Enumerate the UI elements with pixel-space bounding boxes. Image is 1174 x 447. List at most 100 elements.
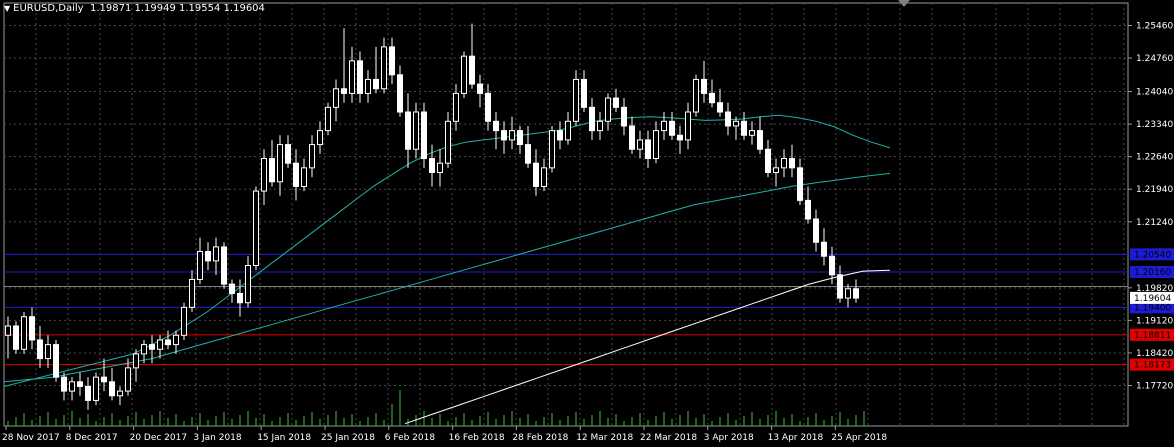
y-tick-label: 1.21940 <box>1136 185 1173 195</box>
candle-body <box>661 120 667 132</box>
candle-body <box>293 162 299 187</box>
candle-body <box>37 339 43 360</box>
candle-body <box>781 158 787 169</box>
candle-body <box>693 78 699 113</box>
candle-body <box>725 111 731 127</box>
candle-body <box>749 130 755 136</box>
candle-body <box>637 139 643 150</box>
candle-body <box>77 381 83 387</box>
candle-body <box>29 316 35 341</box>
candle-body <box>125 367 131 392</box>
candle-body <box>397 74 403 113</box>
x-tick-label: 6 Feb 2018 <box>385 433 436 443</box>
chart-window: 1.25460 1.24760 1.24040 1.23340 1.22640 1.219… <box>0 0 1174 447</box>
candle-body <box>205 251 211 262</box>
candle-body <box>645 139 651 160</box>
price-level-label: 1.18811 <box>1134 331 1171 341</box>
candle-body <box>325 106 331 132</box>
x-tick-label: 22 Mar 2018 <box>640 433 697 443</box>
y-tick-label: 1.24040 <box>1136 88 1173 98</box>
candle-body <box>829 255 835 276</box>
candle-body <box>733 120 739 127</box>
candle-body <box>277 144 283 183</box>
candle-body <box>61 376 67 392</box>
grid <box>3 2 1129 427</box>
candle-body <box>717 102 723 113</box>
candle-body <box>53 344 59 378</box>
candle-body <box>789 158 795 169</box>
candle-body <box>245 265 251 304</box>
candle-body <box>461 55 467 94</box>
candle-body <box>485 92 491 122</box>
candle-body <box>581 78 587 108</box>
ma_slow-line <box>404 269 891 425</box>
candle-body <box>549 130 555 169</box>
candle-body <box>45 344 51 360</box>
y-tick-label: 1.25460 <box>1136 21 1173 31</box>
dropdown-arrow-icon[interactable]: ▼ <box>4 4 10 13</box>
candle-body <box>133 353 139 369</box>
price-level-label: 1.18173 <box>1134 361 1171 371</box>
candle-body <box>765 148 771 173</box>
candle-body <box>341 88 347 94</box>
candle-body <box>525 144 531 164</box>
y-tick-label: 1.24760 <box>1136 54 1173 64</box>
candle-body <box>365 78 371 94</box>
plot-frame <box>3 2 1129 427</box>
candle-body <box>813 218 819 243</box>
axes: 1.25460 1.24760 1.24040 1.23340 1.22640 1.219… <box>2 21 1174 443</box>
price-chart[interactable]: 1.25460 1.24760 1.24040 1.23340 1.22640 1.219… <box>0 0 1174 447</box>
candle-body <box>709 92 715 104</box>
candle-body <box>669 120 675 136</box>
candle-body <box>141 344 147 355</box>
candle-body <box>501 130 507 141</box>
candle-body <box>373 78 379 90</box>
x-tick-label: 15 Jan 2018 <box>257 433 311 443</box>
candle-body <box>853 288 859 299</box>
x-tick-label: 8 Dec 2017 <box>66 433 118 443</box>
candle-body <box>213 246 219 262</box>
candle-body <box>741 120 747 136</box>
candle-body <box>701 78 707 94</box>
candle-body <box>677 134 683 141</box>
y-tick-label: 1.19120 <box>1136 316 1173 326</box>
candle-body <box>301 167 307 187</box>
candle-body <box>477 83 483 94</box>
candle-body <box>605 97 611 122</box>
x-tick-label: 20 Dec 2017 <box>130 433 188 443</box>
candle-body <box>317 130 323 146</box>
candle-body <box>101 376 107 383</box>
candle-body <box>69 381 75 392</box>
candle-body <box>309 144 315 169</box>
candle-body <box>269 158 275 183</box>
candle-body <box>509 130 515 141</box>
volume-bars <box>7 390 865 426</box>
candle-body <box>565 120 571 141</box>
candle-body <box>5 325 11 336</box>
price-level-label: 1.20540 <box>1134 250 1171 260</box>
x-tick-label: 28 Feb 2018 <box>512 433 568 443</box>
price-levels <box>4 253 1128 366</box>
candle-body <box>21 316 27 350</box>
y-tick-label: 1.21240 <box>1136 218 1173 228</box>
shift-marker-icon[interactable] <box>898 0 910 7</box>
candles <box>5 23 859 410</box>
candle-body <box>189 278 195 308</box>
candle-body <box>469 55 475 85</box>
x-tick-label: 3 Apr 2018 <box>704 433 754 443</box>
x-tick-label: 25 Apr 2018 <box>831 433 887 443</box>
candle-body <box>389 46 395 76</box>
candle-body <box>237 292 243 304</box>
candle-body <box>453 92 459 122</box>
candle-body <box>181 306 187 336</box>
candle-body <box>517 130 523 146</box>
candle-body <box>573 78 579 122</box>
candle-body <box>805 199 811 220</box>
chart-header: ▼ EURUSD,Daily 1.19871 1.19949 1.19554 1.… <box>4 3 265 14</box>
price-level-label: 1.20160 <box>1134 268 1171 278</box>
candle-body <box>613 97 619 108</box>
candle-body <box>557 130 563 141</box>
candle-body <box>773 167 779 173</box>
ohlc-values: 1.19871 1.19949 1.19554 1.19604 <box>89 3 265 14</box>
candle-body <box>357 60 363 94</box>
